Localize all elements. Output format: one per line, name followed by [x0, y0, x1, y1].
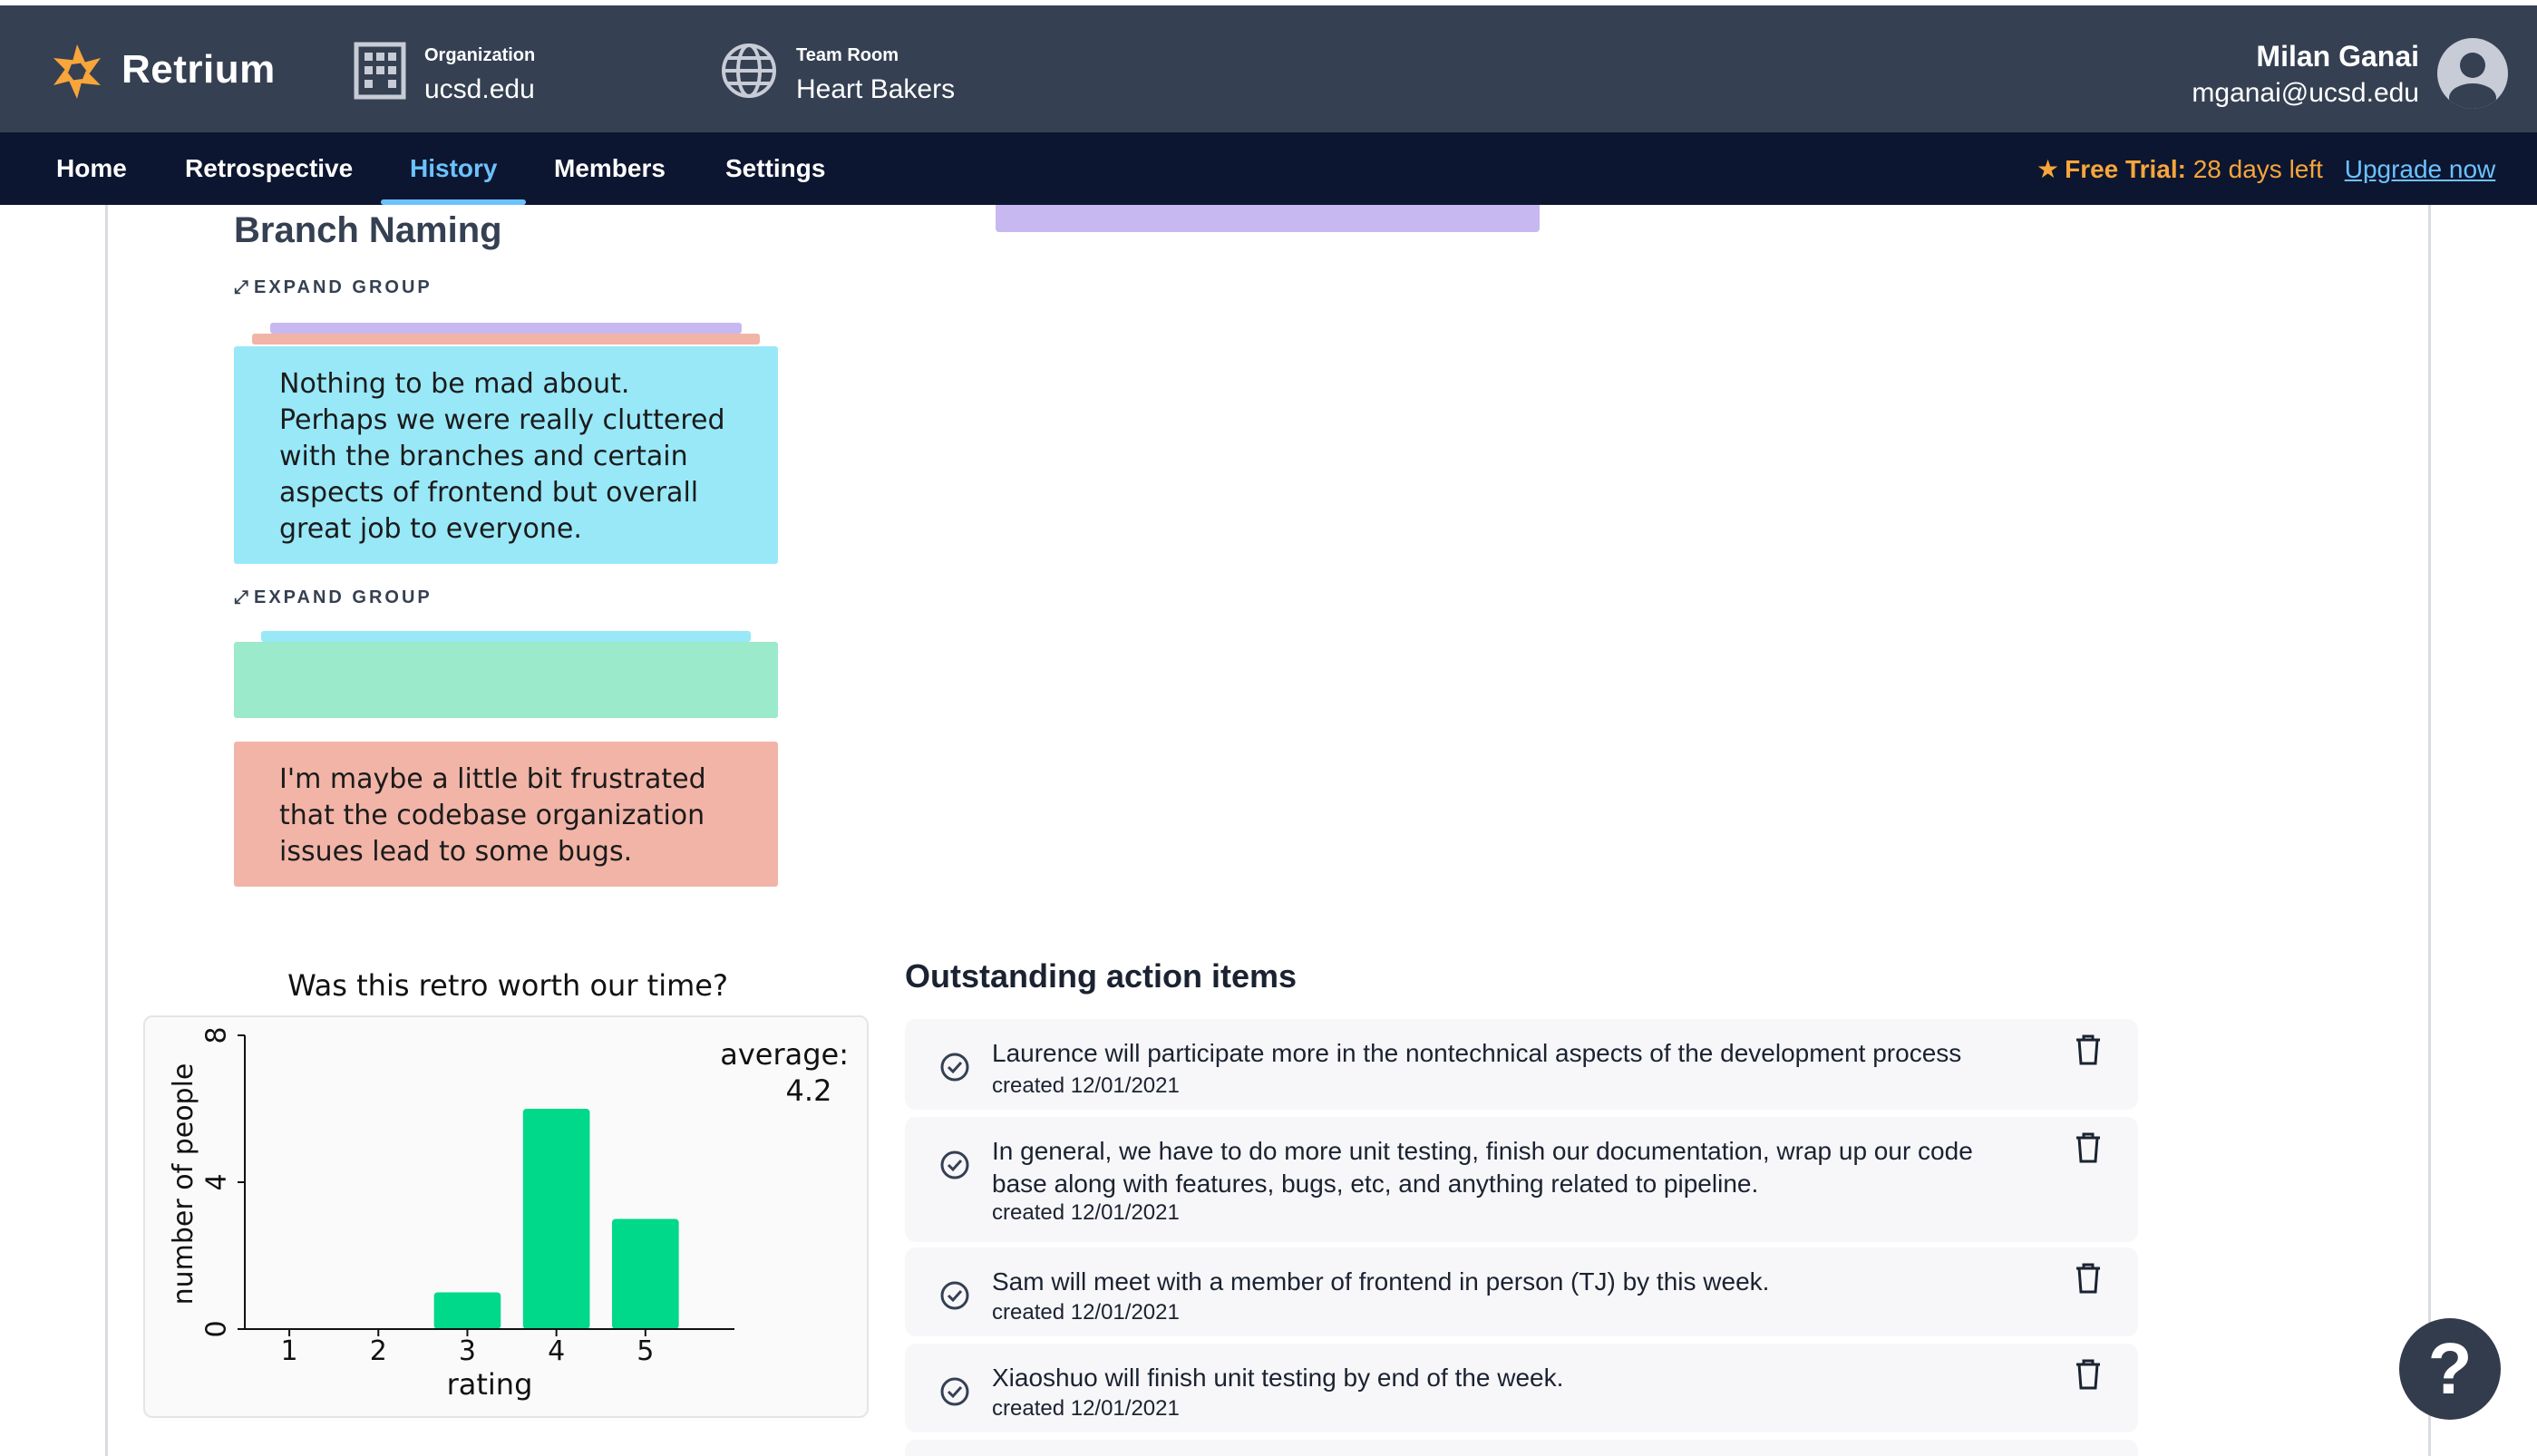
help-button[interactable]: ?: [2399, 1318, 2501, 1420]
retro-card[interactable]: [234, 642, 778, 718]
action-items-title: Outstanding action items: [905, 957, 1298, 995]
x-tick-label: 1: [281, 1335, 298, 1367]
group-title: Branch Naming: [234, 210, 502, 250]
nav-home[interactable]: Home: [56, 154, 127, 183]
action-item[interactable]: Laurence will participate more in the no…: [905, 1019, 2138, 1110]
avatar[interactable]: [2437, 38, 2508, 109]
nav-history[interactable]: History: [410, 154, 497, 183]
y-tick-label: 4: [201, 1173, 233, 1190]
retrium-logo-icon[interactable]: [47, 42, 107, 102]
action-item-text: Sam will meet with a member of frontend …: [992, 1267, 1770, 1296]
building-icon: [354, 42, 406, 100]
organization-value[interactable]: ucsd.edu: [424, 74, 535, 105]
bar-rating-4: [522, 1109, 590, 1329]
trash-icon[interactable]: [2075, 1034, 2102, 1066]
chart-title: Was this retro worth our time?: [287, 968, 728, 1003]
expand-group-label: EXPAND GROUP: [254, 587, 433, 607]
average-label: average:: [720, 1037, 849, 1072]
trash-icon[interactable]: [2075, 1262, 2102, 1295]
brand-name[interactable]: Retrium: [122, 47, 276, 92]
globe-icon: [722, 44, 776, 98]
x-tick-label: 5: [637, 1335, 654, 1367]
content-border-left: [105, 205, 108, 1456]
nav-retrospective[interactable]: Retrospective: [185, 154, 353, 183]
trial-banner: ★ Free Trial: 28 days left Upgrade now: [2036, 154, 2495, 184]
expand-group-button[interactable]: ⤢ EXPAND GROUP: [234, 277, 433, 298]
team-room-value[interactable]: Heart Bakers: [796, 74, 955, 105]
expand-icon: ⤢: [234, 277, 248, 297]
check-circle-icon[interactable]: [939, 1280, 970, 1311]
x-tick-label: 4: [548, 1335, 565, 1367]
user-icon: [2449, 53, 2496, 109]
y-tick-label: 8: [201, 1026, 233, 1043]
bar-rating-3: [433, 1292, 501, 1329]
average-value: 4.2: [786, 1073, 832, 1108]
action-item-partial[interactable]: [905, 1440, 2138, 1456]
action-item[interactable]: Sam will meet with a member of frontend …: [905, 1247, 2138, 1336]
check-circle-icon[interactable]: [939, 1052, 970, 1082]
x-axis-label: rating: [447, 1367, 533, 1402]
x-tick-label: 2: [370, 1335, 387, 1367]
action-item-text: Laurence will participate more in the no…: [992, 1039, 1962, 1067]
top-header: Retrium Organization ucsd.edu Team Room …: [0, 0, 2537, 132]
expand-icon: ⤢: [234, 587, 248, 607]
user-name: Milan Ganai: [2256, 40, 2419, 73]
trial-days: 28 days left: [2192, 155, 2323, 183]
y-axis-label: number of people: [168, 1063, 199, 1306]
trash-icon[interactable]: [2075, 1131, 2102, 1164]
expand-group-label: EXPAND GROUP: [254, 277, 433, 297]
partial-card[interactable]: [996, 205, 1540, 232]
user-email: mganai@ucsd.edu: [2192, 78, 2419, 108]
y-tick-label: 0: [201, 1320, 233, 1337]
retro-card[interactable]: I'm maybe a little bit frustrated that t…: [234, 742, 778, 887]
x-tick-label: 3: [459, 1335, 476, 1367]
retro-card[interactable]: Nothing to be mad about. Perhaps we were…: [234, 346, 778, 564]
stacked-card-edge: [261, 631, 751, 642]
star-icon: ★: [2036, 155, 2060, 183]
content-border-right: [2428, 205, 2431, 1456]
trash-icon[interactable]: [2075, 1358, 2102, 1391]
nav-members[interactable]: Members: [554, 154, 666, 183]
action-item-date: created 12/01/2021: [992, 1396, 1180, 1421]
action-item[interactable]: Xiaoshuo will finish unit testing by end…: [905, 1344, 2138, 1432]
action-item-date: created 12/01/2021: [992, 1073, 1180, 1098]
expand-group-button[interactable]: ⤢ EXPAND GROUP: [234, 587, 433, 608]
check-circle-icon[interactable]: [939, 1150, 970, 1180]
upgrade-link[interactable]: Upgrade now: [2345, 155, 2496, 183]
active-tab-indicator: [381, 199, 526, 205]
stacked-card-edge: [270, 323, 742, 334]
action-item-text: In general, we have to do more unit test…: [992, 1137, 1973, 1198]
action-item-text: Xiaoshuo will finish unit testing by end…: [992, 1364, 1564, 1392]
trial-label: Free Trial:: [2065, 155, 2186, 183]
bar-rating-5: [612, 1218, 679, 1329]
check-circle-icon[interactable]: [939, 1376, 970, 1407]
team-room-label: Team Room: [796, 45, 899, 65]
action-item-date: created 12/01/2021: [992, 1300, 1180, 1325]
action-item-date: created 12/01/2021: [992, 1200, 1180, 1225]
nav-settings[interactable]: Settings: [725, 154, 825, 183]
rating-bar-chart: 1 2 3 4 5 0 4 8 rating number of people average…: [168, 1026, 849, 1402]
action-item[interactable]: In general, we have to do more unit test…: [905, 1117, 2138, 1242]
organization-label: Organization: [424, 45, 536, 65]
stacked-card-edge: [252, 334, 760, 345]
